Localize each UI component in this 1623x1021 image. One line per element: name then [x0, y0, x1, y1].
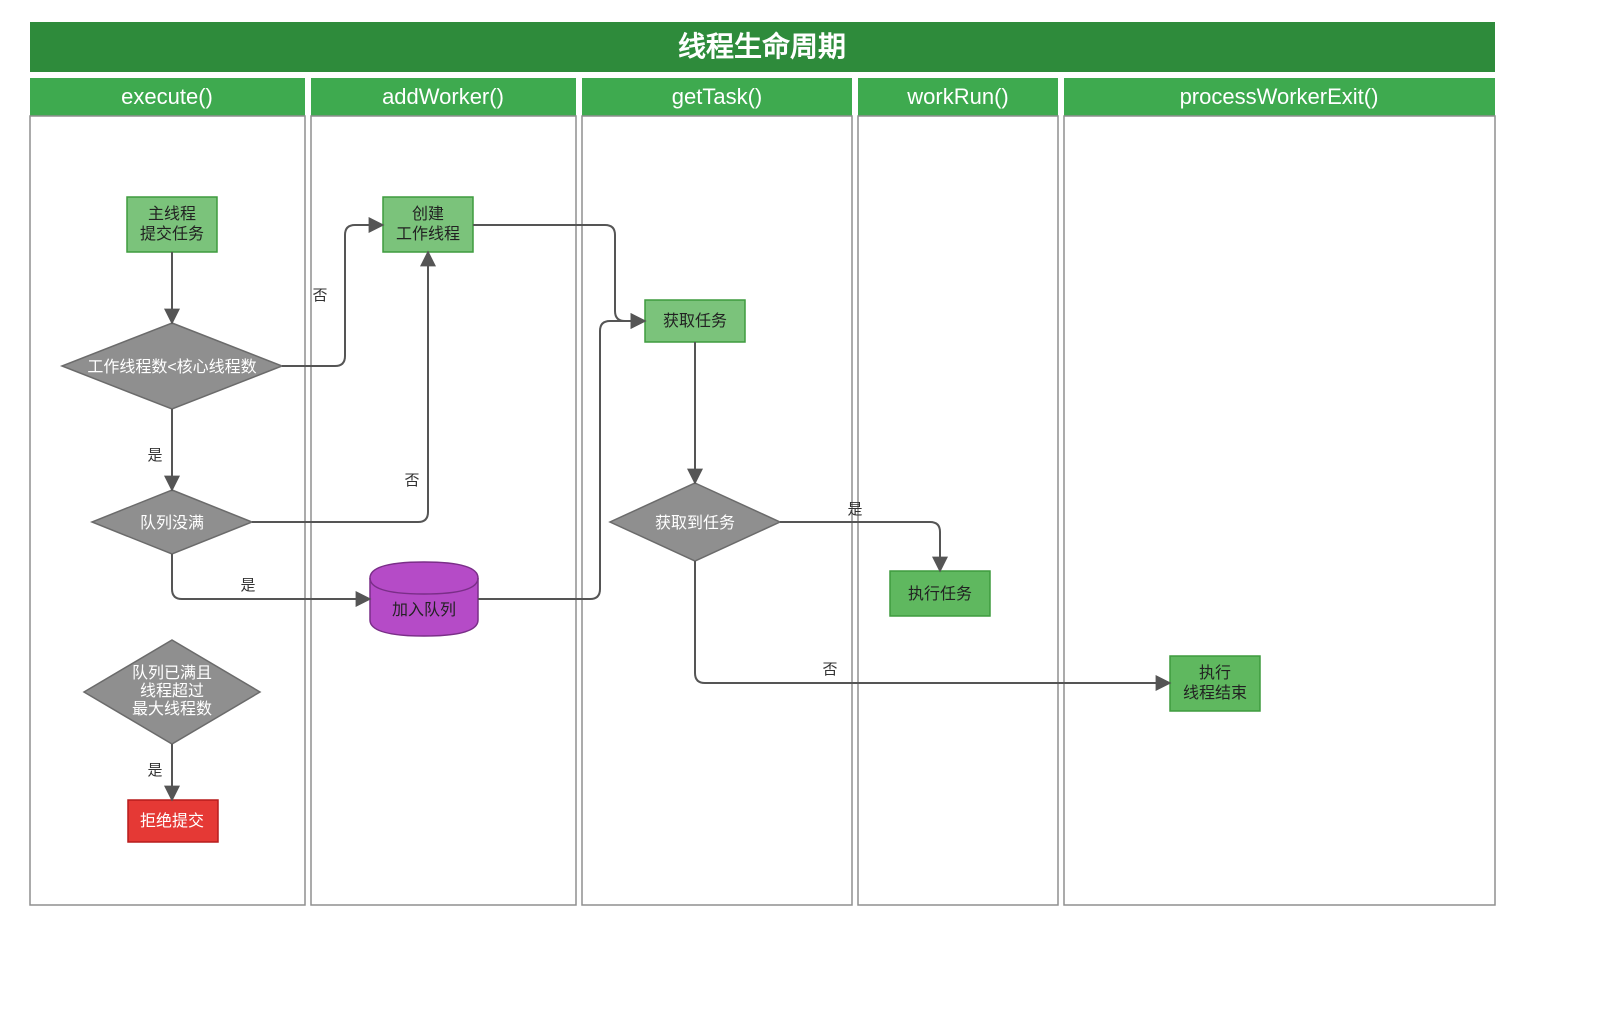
label-gottask-yes: 是	[847, 501, 862, 518]
edge-enqueue-to-gettask	[478, 321, 645, 599]
node-got-task: 获取到任务	[610, 483, 780, 561]
label-gottask-no: 否	[822, 661, 837, 678]
svg-text:获取任务: 获取任务	[663, 312, 727, 330]
lane-header-workRun: workRun()	[906, 84, 1008, 109]
edge-checkCore-no	[282, 225, 383, 366]
svg-text:线程超过: 线程超过	[140, 682, 204, 700]
lane-header-processWorkerExit: processWorkerExit()	[1180, 84, 1379, 109]
lane-header-execute: execute()	[121, 84, 213, 109]
svg-text:加入队列: 加入队列	[392, 601, 456, 619]
lane-borders	[30, 116, 1495, 905]
svg-text:工作线程: 工作线程	[396, 225, 460, 243]
label-queueNotFull-no: 否	[404, 472, 419, 489]
label-checkCore-no: 否	[312, 287, 327, 304]
lane-header-addWorker: addWorker()	[382, 84, 504, 109]
svg-text:工作线程数<核心线程数: 工作线程数<核心线程数	[87, 358, 256, 376]
svg-text:队列没满: 队列没满	[140, 514, 204, 532]
svg-text:提交任务: 提交任务	[140, 225, 204, 243]
svg-text:获取到任务: 获取到任务	[655, 514, 735, 532]
svg-text:执行任务: 执行任务	[908, 585, 972, 603]
svg-text:拒绝提交: 拒绝提交	[140, 812, 204, 830]
node-queue-not-full: 队列没满	[92, 490, 252, 554]
node-run-task: 执行任务	[890, 571, 990, 616]
svg-text:主线程: 主线程	[148, 205, 196, 223]
edge-queueNotFull-no	[252, 252, 428, 522]
svg-text:执行: 执行	[1199, 664, 1231, 682]
svg-text:创建: 创建	[412, 205, 444, 223]
lane-headers: execute() addWorker() getTask() workRun(…	[30, 78, 1495, 116]
svg-text:线程结束: 线程结束	[1183, 684, 1247, 702]
label-queueFullMax-yes: 是	[147, 762, 162, 779]
node-submit: 主线程 提交任务	[127, 197, 217, 252]
svg-text:队列已满且: 队列已满且	[132, 664, 212, 682]
node-get-task: 获取任务	[645, 300, 745, 342]
title-text: 线程生命周期	[678, 30, 846, 62]
node-check-core: 工作线程数<核心线程数	[62, 323, 282, 409]
edge-queueNotFull-yes	[172, 554, 370, 599]
node-enqueue: 加入队列	[370, 562, 478, 636]
node-thread-end: 执行 线程结束	[1170, 656, 1260, 711]
node-create-worker: 创建 工作线程	[383, 197, 473, 252]
flowchart-canvas: 线程生命周期 execute() addWorker() getTask() w…	[0, 0, 1623, 1021]
svg-text:最大线程数: 最大线程数	[132, 700, 212, 718]
node-queue-full-max: 队列已满且 线程超过 最大线程数	[84, 640, 260, 744]
lane-header-getTask: getTask()	[672, 84, 762, 109]
edge-create-to-gettask	[473, 225, 645, 321]
label-queueNotFull-yes: 是	[240, 577, 255, 594]
node-reject: 拒绝提交	[128, 800, 218, 842]
label-checkCore-yes: 是	[147, 447, 162, 464]
edge-gottask-yes	[780, 522, 940, 571]
